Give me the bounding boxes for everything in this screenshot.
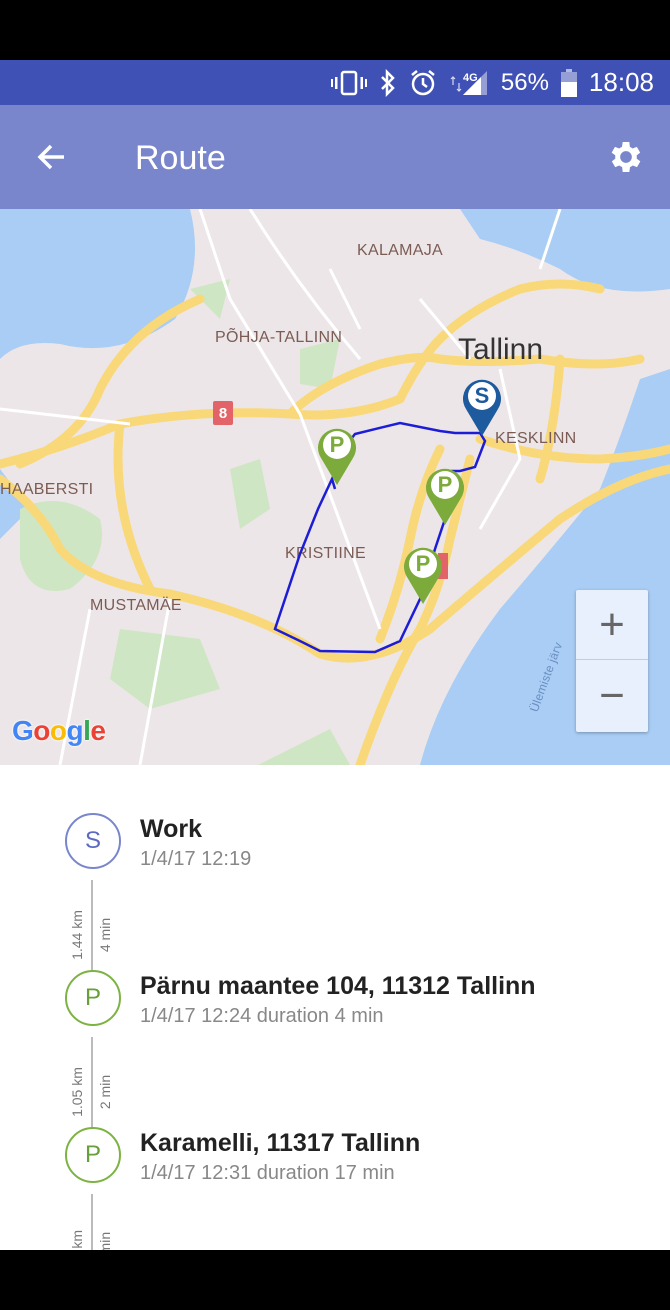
segment-time: 9 min <box>97 1231 113 1250</box>
google-letter: o <box>49 715 67 746</box>
segment-divider <box>91 1194 93 1250</box>
stop-badge: P <box>65 1127 121 1183</box>
stop-list: S Work 1/4/17 12:19 1.44 km 4 min P Pärn… <box>0 765 670 1250</box>
signal-icon: 4G <box>449 69 489 97</box>
arrow-back-icon <box>37 144 64 170</box>
zoom-out-button[interactable]: − <box>576 661 648 731</box>
segment-distance: 1.44 km <box>69 910 85 960</box>
bluetooth-icon <box>379 68 397 97</box>
bottom-black-bar <box>0 1250 670 1310</box>
google-logo: Google <box>12 715 106 747</box>
top-black-bar <box>0 0 670 60</box>
segment-time: 2 min <box>97 1074 113 1110</box>
marker-parking[interactable]: P <box>422 463 468 527</box>
stop-title: Karamelli, 11317 Tallinn <box>140 1129 421 1157</box>
zoom-in-button[interactable]: + <box>576 590 648 660</box>
battery-percent: 56% <box>500 68 549 96</box>
marker-letter: P <box>437 472 453 497</box>
segment-time: 4 min <box>97 917 113 953</box>
zoom-controls: + − <box>576 590 648 732</box>
marker-letter: P <box>329 432 345 457</box>
stop-badge: S <box>65 813 121 869</box>
google-letter: e <box>90 715 106 746</box>
segment-distance: 1.05 km <box>69 1067 85 1117</box>
plus-icon: + <box>599 599 625 649</box>
network-type-label: 4G <box>463 72 478 84</box>
google-wordmark: Google <box>12 715 106 746</box>
stop-subtitle: 1/4/17 12:24 duration 4 min <box>140 1005 384 1027</box>
google-letter: o <box>33 715 50 746</box>
stop-title: Pärnu maantee 104, 11312 Tallinn <box>140 972 536 1000</box>
marker-letter: P <box>415 551 431 576</box>
status-bar: 4G 56% 18:08 <box>0 60 670 105</box>
stop-badge: P <box>65 970 121 1026</box>
back-button[interactable] <box>28 133 76 181</box>
clock: 18:08 <box>588 67 654 97</box>
route-segment: 27 km 9 min <box>60 1194 120 1250</box>
app-bar: Route <box>0 105 670 209</box>
route-map[interactable]: KALAMAJA PÕHJA-TALLINN KESKLINN HAABERST… <box>0 209 670 765</box>
gear-icon <box>611 142 641 172</box>
page-title: Route <box>135 139 226 177</box>
stop-subtitle: 1/4/17 12:31 duration 17 min <box>140 1162 395 1184</box>
stop-subtitle: 1/4/17 12:19 <box>140 848 252 870</box>
alarm-icon <box>409 69 437 97</box>
google-letter: g <box>66 715 84 746</box>
minus-icon: − <box>599 671 625 720</box>
marker-letter: S <box>474 383 490 408</box>
battery-icon <box>560 68 577 97</box>
settings-button[interactable] <box>602 133 650 181</box>
segment-distance: 27 km <box>69 1229 85 1250</box>
marker-start[interactable]: S <box>459 374 505 438</box>
stop-title: Work <box>140 815 203 843</box>
marker-parking[interactable]: P <box>400 542 446 606</box>
vibrate-icon <box>330 70 367 96</box>
google-letter: G <box>12 715 34 746</box>
marker-parking[interactable]: P <box>314 423 360 487</box>
